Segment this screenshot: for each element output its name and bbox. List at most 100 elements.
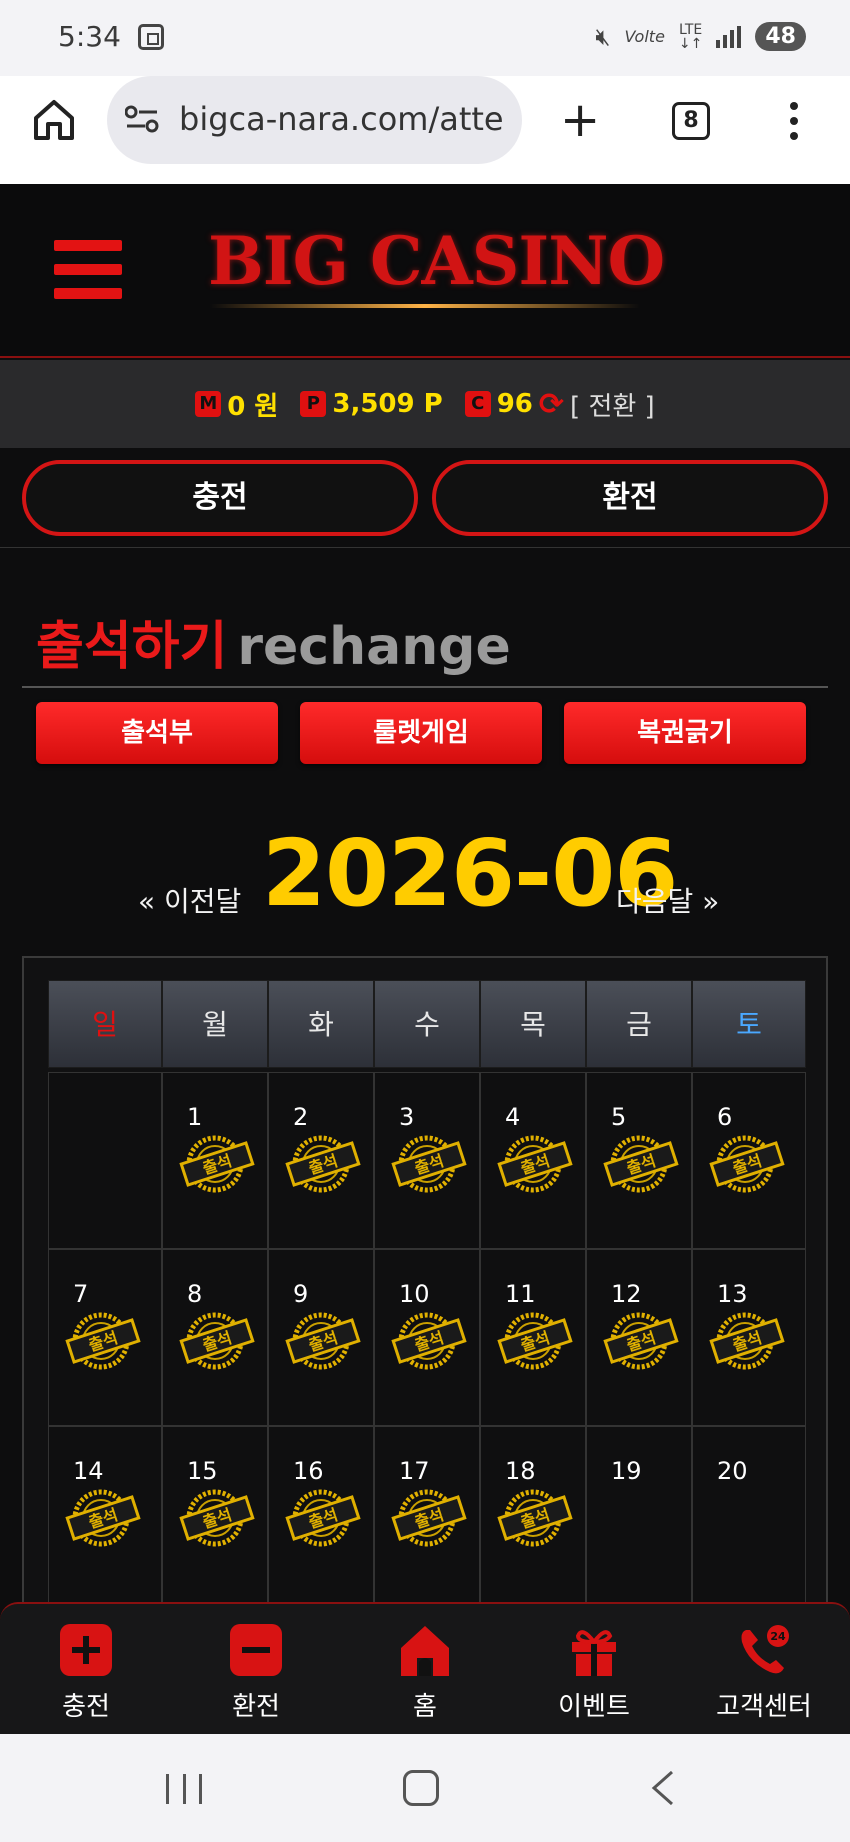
calendar-day-cell[interactable]: 4 출석	[480, 1072, 586, 1249]
calendar-day-cell[interactable]: 3 출석	[374, 1072, 480, 1249]
browser-menu-icon[interactable]	[790, 102, 800, 142]
android-nav-bar	[0, 1734, 850, 1842]
page-title-text: 출석하기	[36, 617, 228, 677]
calendar-day-number: 14	[73, 1457, 104, 1485]
exchange-button[interactable]: 환전	[432, 460, 828, 536]
attendance-stamp-icon: 출석	[179, 1312, 255, 1370]
weekday-header: 금	[586, 980, 692, 1068]
calendar-day-cell[interactable]: 17 출석	[374, 1426, 480, 1603]
attendance-calendar: 일월화수목금토 1 출석 2 출석 3 출석 4 출석 5 출석 6 출석 7 …	[22, 956, 828, 1606]
attendance-stamp-icon: 출석	[709, 1312, 785, 1370]
attendance-stamp-icon: 출석	[497, 1489, 573, 1547]
home-icon	[401, 1626, 449, 1676]
attendance-stamp-icon: 출석	[603, 1135, 679, 1193]
nav-support[interactable]: 24 고객센터	[694, 1622, 834, 1723]
android-home-icon[interactable]	[403, 1770, 439, 1806]
prev-month-link[interactable]: « 이전달	[138, 880, 241, 920]
page-title: 출석하기 rechange	[36, 604, 511, 679]
calendar-day-cell[interactable]: 12 출석	[586, 1249, 692, 1426]
nav-home-label: 홈	[413, 1692, 437, 1722]
calendar-day-number: 6	[717, 1103, 733, 1131]
nav-charge-label: 충전	[62, 1692, 110, 1722]
weekday-header: 수	[374, 980, 480, 1068]
calendar-day-cell[interactable]: 11 출석	[480, 1249, 586, 1426]
weekday-header: 목	[480, 980, 586, 1068]
svg-text:24: 24	[770, 1630, 786, 1643]
calendar-day-cell[interactable]: 20	[692, 1426, 806, 1603]
calendar-day-number: 8	[187, 1280, 203, 1308]
new-tab-icon[interactable]: +	[560, 96, 600, 144]
attendance-stamp-icon: 출석	[391, 1135, 467, 1193]
weekday-header: 화	[268, 980, 374, 1068]
site-settings-icon[interactable]	[125, 104, 159, 134]
calendar-day-cell[interactable]: 7 출석	[48, 1249, 162, 1426]
gift-icon	[572, 1630, 616, 1676]
browser-toolbar: bigca-nara.com/atte + 8	[0, 76, 850, 184]
attendance-stamp-icon: 출석	[285, 1489, 361, 1547]
month-label: 2026-06	[262, 820, 678, 927]
hamburger-menu-icon[interactable]	[54, 240, 122, 300]
attendance-stamp-icon: 출석	[391, 1312, 467, 1370]
calendar-day-cell[interactable]: 2 출석	[268, 1072, 374, 1249]
money-value: 0 원	[227, 391, 279, 422]
calendar-day-cell[interactable]: 6 출석	[692, 1072, 806, 1249]
nav-home[interactable]: 홈	[355, 1622, 495, 1723]
calendar-day-cell[interactable]: 10 출석	[374, 1249, 480, 1426]
calendar-day-cell[interactable]: 14 출석	[48, 1426, 162, 1603]
back-icon[interactable]	[648, 1770, 678, 1806]
money-balance: M 0 원	[195, 386, 278, 423]
calendar-day-number: 17	[399, 1457, 430, 1485]
site-header: BIG CASINO	[0, 184, 850, 358]
tab-roulette[interactable]: 룰렛게임	[300, 702, 542, 764]
calendar-day-cell[interactable]: 13 출석	[692, 1249, 806, 1426]
next-month-link[interactable]: 다음달 »	[616, 880, 719, 920]
convert-link[interactable]: [ 전환 ]	[570, 386, 655, 423]
signal-icon	[716, 25, 742, 48]
volte-label: Volte	[624, 27, 665, 46]
coin-balance: C 96 ⟳ [ 전환 ]	[464, 386, 655, 423]
nav-support-label: 고객센터	[716, 1692, 812, 1722]
url-text[interactable]: bigca-nara.com/atte	[179, 100, 514, 138]
recent-apps-icon[interactable]	[166, 1774, 202, 1804]
calendar-day-cell[interactable]: 5 출석	[586, 1072, 692, 1249]
charge-button[interactable]: 충전	[22, 460, 418, 536]
weekday-header: 월	[162, 980, 268, 1068]
calendar-day-number: 2	[293, 1103, 309, 1131]
calendar-day-cell[interactable]: 18 출석	[480, 1426, 586, 1603]
attendance-stamp-icon: 출석	[709, 1135, 785, 1193]
calendar-day-cell[interactable]: 15 출석	[162, 1426, 268, 1603]
nav-event[interactable]: 이벤트	[524, 1622, 664, 1723]
weekday-header: 토	[692, 980, 806, 1068]
tab-switcher-button[interactable]: 8	[672, 102, 710, 140]
calendar-week-row: 1 출석 2 출석 3 출석 4 출석 5 출석 6 출석	[48, 1072, 806, 1249]
tab-attendance[interactable]: 출석부	[36, 702, 278, 764]
calendar-day-cell[interactable]: 9 출석	[268, 1249, 374, 1426]
nav-exchange[interactable]: 환전	[186, 1622, 326, 1723]
site-logo[interactable]: BIG CASINO	[208, 222, 665, 300]
calendar-day-number: 7	[73, 1280, 89, 1308]
calendar-day-number: 5	[611, 1103, 627, 1131]
status-bar: 5:34 🔇︎ Volte LTE ↓↑ 48	[0, 0, 850, 76]
calendar-day-cell[interactable]: 19	[586, 1426, 692, 1603]
tab-scratch-lottery[interactable]: 복권긁기	[564, 702, 806, 764]
nav-exchange-label: 환전	[232, 1692, 280, 1722]
logo-underline	[210, 304, 640, 308]
refresh-icon[interactable]: ⟳	[539, 387, 564, 422]
calendar-day-number: 10	[399, 1280, 430, 1308]
calendar-week-row: 7 출석 8 출석 9 출석 10 출석 11 출석 12 출석 13 출석	[48, 1249, 806, 1426]
attendance-stamp-icon: 출석	[391, 1489, 467, 1547]
calendar-header: 일월화수목금토	[48, 980, 806, 1068]
nav-charge[interactable]: 충전	[16, 1622, 156, 1723]
charge-exchange-row: 충전 환전	[0, 448, 850, 548]
weekday-header: 일	[48, 980, 162, 1068]
browser-home-icon[interactable]	[30, 96, 78, 144]
calendar-day-cell[interactable]: 16 출석	[268, 1426, 374, 1603]
calendar-day-cell[interactable]: 8 출석	[162, 1249, 268, 1426]
calendar-day-cell[interactable]: 1 출석	[162, 1072, 268, 1249]
calendar-day-cell[interactable]	[48, 1072, 162, 1249]
address-bar[interactable]: bigca-nara.com/atte	[107, 76, 522, 164]
money-badge: M	[195, 391, 222, 417]
calendar-day-number: 13	[717, 1280, 748, 1308]
nav-event-label: 이벤트	[558, 1692, 630, 1722]
calendar-day-number: 1	[187, 1103, 203, 1131]
